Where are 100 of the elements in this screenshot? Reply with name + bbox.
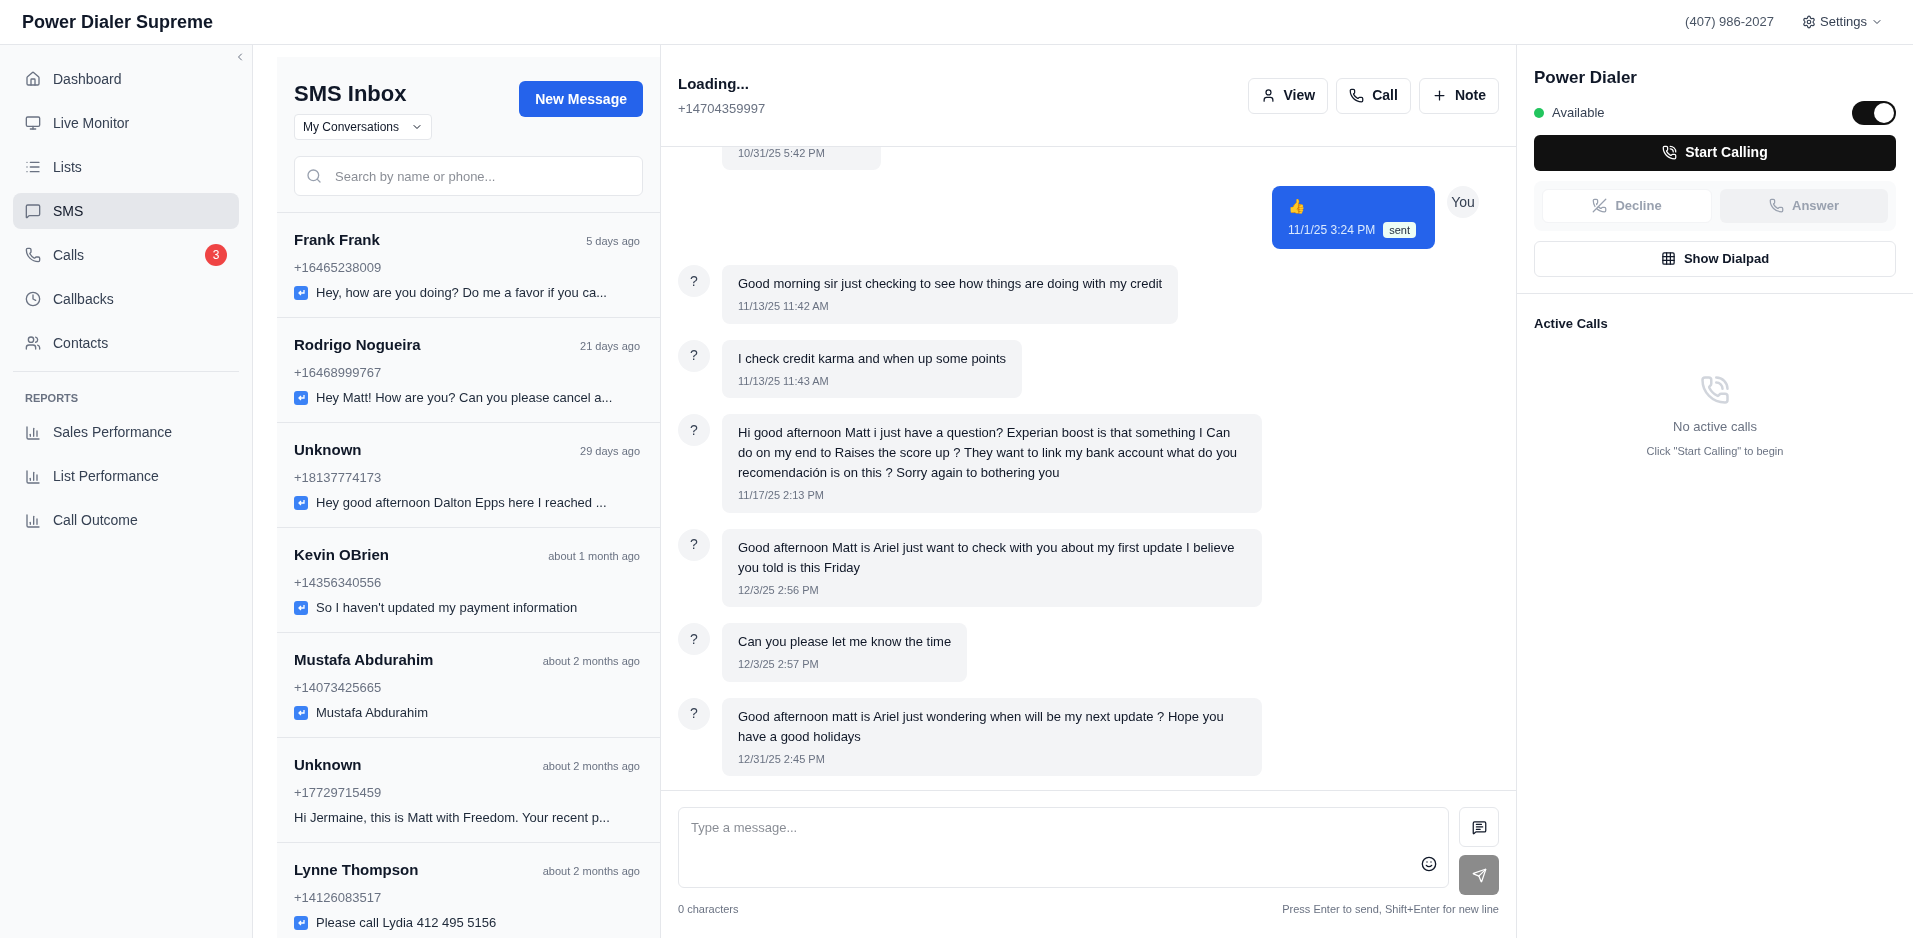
user-icon (1260, 88, 1276, 103)
message-text: 👍 (1288, 197, 1306, 216)
conversation-filter[interactable]: My Conversations (294, 114, 433, 140)
message-time: 11/17/25 2:13 PM (738, 488, 826, 503)
nav-item[interactable]: Callbacks (13, 281, 239, 317)
contact-phone: +18137774173 (294, 468, 383, 487)
time-ago: about 2 months ago (542, 759, 640, 774)
nav-item[interactable]: List Performance (13, 458, 239, 495)
message-preview: Hey Matt! How are you? Can you please cancel a... (316, 389, 613, 407)
start-calling-button[interactable]: Start Calling (1534, 134, 1896, 171)
dialer-title: Power Dialer (1534, 67, 1638, 89)
nav-item[interactable]: Live Monitor (13, 105, 239, 141)
message-time: 12/31/25 2:45 PM (738, 751, 826, 767)
section-heading: REPORTS (24, 391, 80, 406)
contact-name: Unknown (294, 755, 362, 775)
conversation-item[interactable]: Frank Frank 5 days ago +16465238009 Hey, how are you doing? Do me a favor if you ca... (277, 213, 660, 318)
message-time: 12/3/25 2:57 PM (738, 657, 820, 672)
message-preview: Hey good afternoon Dalton Epps here I reached ... (316, 494, 607, 512)
empty-state-hint: Click "Start Calling" to begin (1646, 443, 1784, 459)
message-icon (25, 203, 41, 219)
phone-icon (25, 247, 41, 263)
message-preview: Hi Jermaine, this is Matt with Freedom. Your recent p... (294, 809, 610, 827)
message-time: 10/31/25 5:42 PM (738, 147, 826, 161)
users-icon (25, 335, 41, 351)
app-title: Power Dialer Supreme (22, 10, 214, 34)
bar-chart-icon (25, 468, 41, 485)
search-field[interactable]: Search by name or phone... (294, 156, 643, 196)
show-dialpad-button[interactable]: Show Dialpad (1534, 240, 1896, 277)
list-icon (25, 159, 41, 175)
conversation-item[interactable]: Unknown about 2 months ago +17729715459 Hi Jermaine, this is Matt with Freedom. Your recent p... (277, 738, 660, 843)
sender-avatar: ? (678, 265, 710, 297)
clock-icon (25, 291, 41, 307)
plus-icon (1431, 88, 1447, 103)
emoji-icon[interactable] (1421, 856, 1437, 872)
header-action-button[interactable]: Note (1418, 77, 1499, 114)
header-action-button[interactable]: View (1247, 77, 1329, 114)
contact-name: Rodrigo Nogueira (294, 335, 421, 355)
settings-icon (1802, 15, 1816, 29)
conversation-item[interactable]: Mustafa Abdurahim about 2 months ago +14073425665 Mustafa Abdurahim (277, 633, 660, 738)
message-text: Good afternoon matt is Ariel just wondering when will be my next update ? Hope you have a good holidays (738, 707, 1225, 746)
inbox-title: SMS Inbox (294, 80, 408, 108)
chat-contact-name: Loading... (678, 73, 750, 94)
new-message-button[interactable]: New Message (519, 81, 643, 117)
contact-phone: +17729715459 (294, 783, 383, 802)
character-count: 0 characters (678, 902, 739, 917)
contact-phone: +16465238009 (294, 258, 383, 277)
conversation-item[interactable]: Lynne Thompson about 2 months ago +14126083517 Please call Lydia 412 495 5156 (277, 843, 660, 938)
contact-phone: +16468999767 (294, 363, 383, 382)
templates-button[interactable] (1459, 807, 1499, 847)
phone-ringing-icon (1700, 375, 1730, 405)
contact-name: Kevin OBrien (294, 545, 390, 565)
contact-phone: +14073425665 (294, 678, 383, 697)
nav-item[interactable]: Dashboard (13, 61, 239, 97)
conversation-item[interactable]: Rodrigo Nogueira 21 days ago +16468999767 Hey Matt! How are you? Can you please cancel a... (277, 318, 660, 423)
time-ago: about 2 months ago (542, 864, 640, 879)
time-ago: 29 days ago (580, 444, 640, 459)
sender-avatar: You (1447, 186, 1479, 218)
home-icon (25, 71, 41, 87)
status-tag: sent (1383, 221, 1416, 239)
search-icon (306, 168, 322, 184)
message-time: 12/3/25 2:56 PM (738, 582, 820, 598)
monitor-icon (25, 115, 41, 131)
contact-phone: +14356340556 (294, 573, 383, 592)
sender-avatar: ? (678, 623, 710, 655)
sender-avatar: ? (678, 697, 710, 730)
chat-contact-phone: +14704359997 (678, 100, 766, 118)
phone-off-icon (1592, 198, 1608, 213)
dialpad-icon (1660, 251, 1676, 266)
nav-item[interactable]: SMS (13, 193, 239, 229)
contact-name: Mustafa Abdurahim (294, 650, 434, 670)
settings-button[interactable]: Settings (1802, 12, 1883, 32)
nav-item[interactable]: Sales Performance (13, 414, 239, 451)
sender-avatar: ? (678, 528, 710, 561)
active-calls-title: Active Calls (1534, 314, 1609, 333)
bar-chart-icon (25, 512, 41, 529)
time-ago: 5 days ago (586, 234, 640, 249)
nav-item[interactable]: Call Outcome (13, 502, 239, 539)
nav-item[interactable]: Lists (13, 149, 239, 185)
sender-avatar: ? (678, 414, 710, 446)
conversation-item[interactable]: Kevin OBrien about 1 month ago +14356340556 So I haven't updated my payment information (277, 528, 660, 633)
message-preview: Hey, how are you doing? Do me a favor if you ca... (316, 284, 607, 302)
send-icon (1471, 867, 1487, 883)
nav-item[interactable]: Contacts (13, 325, 239, 361)
message-preview: Mustafa Abdurahim (316, 704, 428, 722)
time-ago: 21 days ago (580, 339, 640, 354)
phone-number: (407) 986-2027 (1685, 13, 1774, 32)
contact-name: Frank Frank (294, 230, 380, 250)
availability-status: Available (1552, 103, 1605, 122)
count-badge: 3 (205, 244, 227, 266)
message-text: I check credit karma and when up some points (738, 349, 1007, 368)
header-action-button[interactable]: Call (1336, 77, 1411, 114)
message-text: Good afternoon Matt is Ariel just want to check with you about my first update I believe you told is this Friday (738, 538, 1236, 577)
message-text: Good morning sir just checking to see how things are doing with my credit (738, 275, 1163, 293)
nav-item[interactable]: Calls 3 (13, 237, 239, 273)
availability-toggle[interactable] (1852, 100, 1896, 125)
message-input[interactable]: Type a message... (678, 807, 1449, 888)
sender-avatar: ? (678, 339, 710, 372)
time-ago: about 2 months ago (542, 654, 640, 669)
conversation-item[interactable]: Unknown 29 days ago +18137774173 Hey good afternoon Dalton Epps here I reached ... (277, 423, 660, 528)
contact-phone: +14126083517 (294, 888, 383, 907)
